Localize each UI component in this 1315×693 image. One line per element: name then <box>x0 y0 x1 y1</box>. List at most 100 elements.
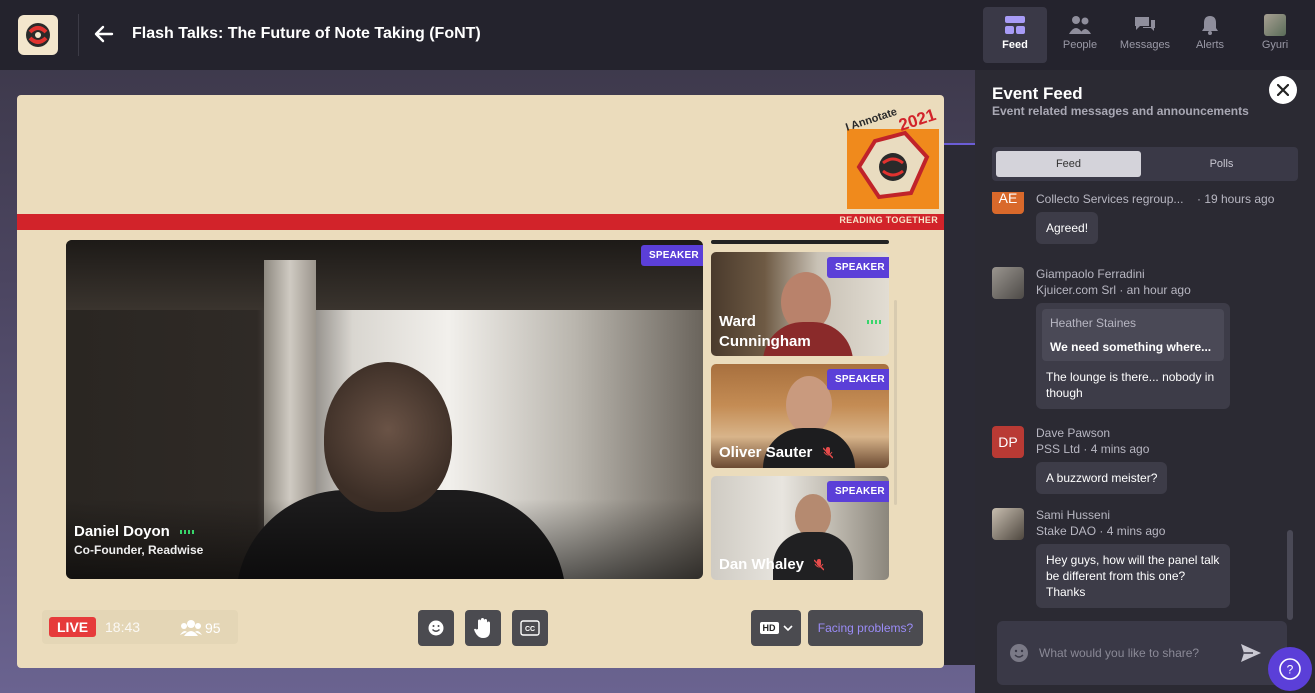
tab-messages[interactable]: Messages <box>1113 7 1177 63</box>
tab-people[interactable]: People <box>1048 7 1112 63</box>
event-logo-icon <box>26 23 50 47</box>
quoted-text: We need something where... <box>1050 340 1212 354</box>
panel-title: Event Feed <box>992 84 1083 103</box>
banner-red-band <box>17 214 944 230</box>
tab-label: Messages <box>1119 39 1171 51</box>
tab-profile[interactable]: Gyuri <box>1243 7 1307 63</box>
elapsed-time: 18:43 <box>105 619 141 635</box>
side-speaker-name: Oliver Sauter <box>719 443 833 463</box>
message-bubble: Heather Staines We need something where.… <box>1036 303 1230 409</box>
feed-list[interactable]: AE Collecto Services regroup... · 19 hou… <box>975 192 1295 618</box>
feed-polls-toggle: Feed Polls <box>992 147 1298 181</box>
segment-feed[interactable]: Feed <box>996 151 1141 177</box>
tab-label: Feed <box>1002 39 1028 51</box>
mic-muted-icon <box>822 447 833 459</box>
avatar[interactable]: DP <box>992 426 1024 458</box>
panel-tabs: Feed People Messages Alerts Gyuri <box>975 0 1315 70</box>
feed-icon <box>1005 16 1025 34</box>
message-meta: PSS Ltd · 4 mins ago <box>1036 442 1150 456</box>
help-icon: ? <box>1279 658 1301 680</box>
panel-subtitle: Event related messages and announcements <box>992 104 1249 118</box>
tab-feed[interactable]: Feed <box>983 7 1047 63</box>
people-icon <box>1069 16 1091 34</box>
speaker-figure <box>786 376 832 434</box>
tab-label: Gyuri <box>1261 39 1289 51</box>
message-author[interactable]: Collecto Services regroup... <box>1036 192 1196 206</box>
event-logo[interactable] <box>18 15 58 55</box>
segment-polls[interactable]: Polls <box>1149 151 1294 177</box>
speaker-figure <box>324 362 452 512</box>
raise-hand-icon <box>474 618 490 638</box>
svg-text:?: ? <box>1287 663 1294 677</box>
background-sliver <box>944 145 975 665</box>
captions-button[interactable]: CC <box>512 610 548 646</box>
speaker-tag: SPEAKER <box>827 481 889 502</box>
topbar-divider <box>78 14 79 56</box>
main-speaker-role: Co-Founder, Readwise <box>74 543 204 557</box>
side-tiles-scrollbar[interactable] <box>894 300 897 505</box>
tab-label: People <box>1062 39 1098 51</box>
chevron-down-icon <box>782 625 793 632</box>
viewers-icon <box>180 620 202 636</box>
side-video-tile[interactable]: SPEAKER Dan Whaley <box>711 476 889 580</box>
message-meta: Stake DAO · 4 mins ago <box>1036 524 1166 538</box>
feed-scrollbar[interactable] <box>1287 530 1293 620</box>
reaction-button[interactable] <box>418 610 454 646</box>
i-annotate-badge: 2021 I Annotate <box>844 101 943 211</box>
main-speaker-name-text: Daniel Doyon <box>74 523 170 540</box>
avatar[interactable] <box>992 267 1024 299</box>
side-speaker-name-text: Dan Whaley <box>719 556 805 573</box>
message-composer <box>997 621 1287 685</box>
message-bubble: A buzzword meister? <box>1036 462 1168 494</box>
hd-label: HD <box>759 622 779 634</box>
speaker-tag: SPEAKER <box>827 257 889 278</box>
quoted-author: Heather Staines <box>1050 316 1137 330</box>
raise-hand-button[interactable] <box>465 610 501 646</box>
live-badge: LIVE <box>49 617 97 637</box>
side-speaker-name: Dan Whaley <box>719 555 825 575</box>
user-avatar <box>1264 14 1286 36</box>
close-panel-button[interactable] <box>1269 76 1297 104</box>
messages-icon <box>1135 17 1155 31</box>
speaker-tag: SPEAKER <box>641 245 703 266</box>
mic-muted-icon <box>814 559 825 571</box>
video-background <box>66 240 703 310</box>
message-input[interactable] <box>1039 641 1229 665</box>
message-bubble: Agreed! <box>1036 212 1099 244</box>
stage: 2021 I Annotate READING TOGETHER SPEAKER… <box>17 95 944 668</box>
bell-icon <box>1202 16 1218 35</box>
message-author[interactable]: Dave Pawson <box>1036 426 1110 440</box>
quoted-message: Heather Staines We need something where.… <box>1042 309 1224 361</box>
message-author[interactable]: Sami Husseni <box>1036 508 1110 522</box>
svg-text:CC: CC <box>525 626 535 633</box>
speaker-tag: SPEAKER <box>827 369 889 390</box>
message-bubble: Hey guys, how will the panel talk be dif… <box>1036 544 1230 608</box>
back-arrow-icon[interactable] <box>92 22 116 46</box>
emoji-icon[interactable] <box>1009 643 1029 663</box>
main-speaker-video[interactable]: SPEAKER Daniel Doyon Co-Founder, Readwis… <box>66 240 703 579</box>
avatar[interactable]: AE <box>992 192 1024 214</box>
side-speaker-name: Ward Cunningham <box>719 312 829 352</box>
side-video-tile[interactable]: SPEAKER Ward Cunningham <box>711 252 889 356</box>
quality-selector[interactable]: HD <box>751 610 801 646</box>
message-text: The lounge is there... nobody in though <box>1046 370 1215 400</box>
banner-tagline: READING TOGETHER <box>839 215 938 225</box>
smiley-icon <box>428 620 444 636</box>
avatar[interactable] <box>992 508 1024 540</box>
event-title: Flash Talks: The Future of Note Taking (… <box>132 25 481 42</box>
side-speaker-name-text: Oliver Sauter <box>719 444 813 461</box>
message-author[interactable]: Giampaolo Ferradini <box>1036 267 1145 281</box>
side-video-tile-partial <box>711 240 889 244</box>
send-icon[interactable] <box>1239 641 1263 665</box>
message-time: · 19 hours ago <box>1197 192 1275 206</box>
event-panel: Feed People Messages Alerts Gyuri Event … <box>975 0 1315 693</box>
facing-problems-button[interactable]: Facing problems? <box>808 610 923 646</box>
audio-level-icon <box>180 530 195 535</box>
tab-alerts[interactable]: Alerts <box>1178 7 1242 63</box>
side-speaker-name-text: Ward Cunningham <box>719 313 811 350</box>
tab-label: Alerts <box>1195 39 1225 51</box>
live-status: LIVE 18:43 95 <box>42 610 238 644</box>
closed-captions-icon: CC <box>520 620 540 636</box>
side-video-tile[interactable]: SPEAKER Oliver Sauter <box>711 364 889 468</box>
help-button[interactable]: ? <box>1268 647 1312 691</box>
